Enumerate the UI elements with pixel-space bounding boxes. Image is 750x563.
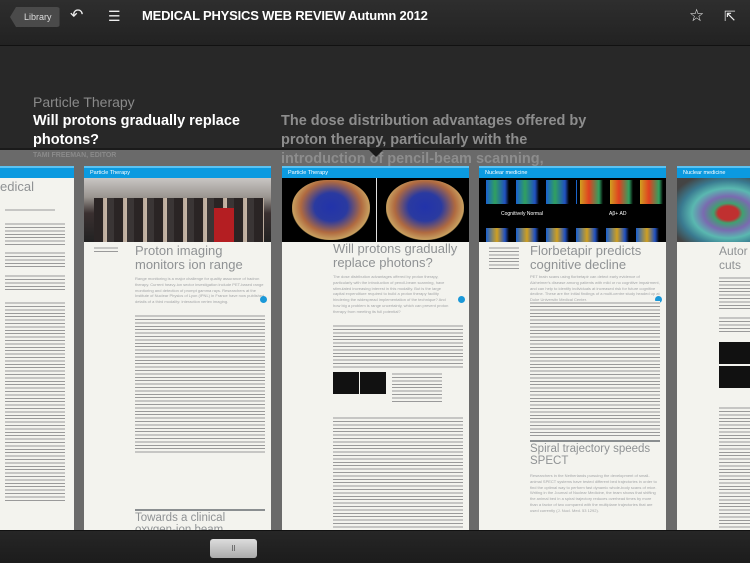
page-title: edical bbox=[0, 179, 34, 194]
figure-image bbox=[360, 372, 386, 394]
divider bbox=[530, 440, 660, 442]
section-band: Nuclear medicine bbox=[479, 166, 666, 178]
figure-caption bbox=[392, 372, 442, 402]
section-band: Nuclear medicine bbox=[677, 166, 750, 178]
body-text bbox=[719, 316, 750, 334]
figure-image bbox=[333, 372, 359, 394]
page-thumbnail-5[interactable]: Nuclear medicine Autor cuts e bbox=[677, 166, 750, 530]
page-scrubber-bar[interactable]: II bbox=[0, 530, 750, 563]
share-icon[interactable]: ⇱ bbox=[724, 6, 736, 26]
body-text bbox=[5, 274, 65, 292]
page-title-2: Spiral trajectory speeds SPECT bbox=[530, 443, 651, 467]
page-lede: PET brain scans using florbetapir can de… bbox=[530, 274, 660, 303]
page-title: Florbetapir predicts cognitive decline bbox=[530, 243, 642, 272]
image-label: Cognitively Normal bbox=[501, 211, 543, 217]
body-text bbox=[135, 314, 265, 454]
section-band: Particle Therapy bbox=[84, 166, 271, 178]
body-text bbox=[719, 276, 750, 310]
article-section: Particle Therapy bbox=[33, 94, 135, 110]
segmentation-image bbox=[677, 178, 750, 242]
body-text bbox=[530, 301, 660, 436]
body-text bbox=[5, 222, 65, 246]
divider bbox=[135, 509, 265, 511]
page-thumbnail-4[interactable]: Nuclear medicine Cognitively Normal Aβ+ … bbox=[479, 166, 666, 530]
more-button[interactable] bbox=[260, 296, 267, 303]
star-icon[interactable]: ☆ bbox=[689, 6, 704, 26]
page-thumbnail-3[interactable]: Particle Therapy Will protons gradually … bbox=[282, 166, 469, 530]
page-title: Proton imaging monitors ion range bbox=[135, 243, 243, 272]
page-thumbnail-2[interactable]: Particle Therapy Proton imaging monitors… bbox=[84, 166, 271, 530]
section-band bbox=[0, 166, 74, 178]
photo-caption bbox=[94, 246, 118, 252]
article-lede: The dose distribution advantages offered… bbox=[281, 113, 587, 167]
article-info-panel[interactable]: Particle Therapy Will protons gradually … bbox=[0, 46, 750, 167]
image-caption bbox=[489, 246, 519, 270]
article-headline: Will protons gradually replace photons? bbox=[33, 113, 240, 148]
image-label: Aβ+ AD bbox=[609, 211, 627, 217]
scrubber-handle[interactable]: II bbox=[210, 539, 257, 558]
page-title-2: Towards a clinical oxygen-ion beam bbox=[135, 512, 226, 530]
group-photo bbox=[84, 178, 271, 242]
body-text bbox=[333, 324, 463, 369]
more-button[interactable] bbox=[458, 296, 465, 303]
body-text bbox=[5, 251, 65, 267]
pet-brain-scans: Cognitively Normal Aβ+ AD bbox=[479, 178, 666, 242]
section-band: Particle Therapy bbox=[282, 166, 469, 178]
body-text bbox=[333, 416, 463, 530]
body-text bbox=[5, 208, 55, 212]
article-author: TAMI FREEMAN, EDITOR bbox=[33, 152, 117, 159]
library-button[interactable]: Library bbox=[10, 7, 60, 27]
back-arrow-icon[interactable]: ↶ bbox=[70, 6, 83, 26]
page-lede: Range monitoring is a major challenge fo… bbox=[135, 276, 265, 305]
figure-image bbox=[719, 366, 750, 388]
body-text bbox=[5, 301, 65, 501]
ct-scan-image bbox=[282, 178, 469, 242]
page-lede-2: Researchers in the Netherlands pursuing … bbox=[530, 473, 657, 513]
page-lede: The dose distribution advantages offered… bbox=[333, 274, 449, 314]
body-text bbox=[719, 406, 750, 530]
page-thumbnail-1[interactable]: edical bbox=[0, 166, 74, 530]
publication-title: MEDICAL PHYSICS WEB REVIEW Autumn 2012 bbox=[142, 8, 428, 23]
page-title: Will protons gradually replace photons? bbox=[333, 241, 458, 270]
toc-list-icon[interactable]: ☰ bbox=[108, 6, 121, 26]
top-toolbar: Library ↶ ☰ MEDICAL PHYSICS WEB REVIEW A… bbox=[0, 0, 750, 46]
figure-image bbox=[719, 342, 750, 364]
selection-pointer bbox=[369, 150, 383, 157]
